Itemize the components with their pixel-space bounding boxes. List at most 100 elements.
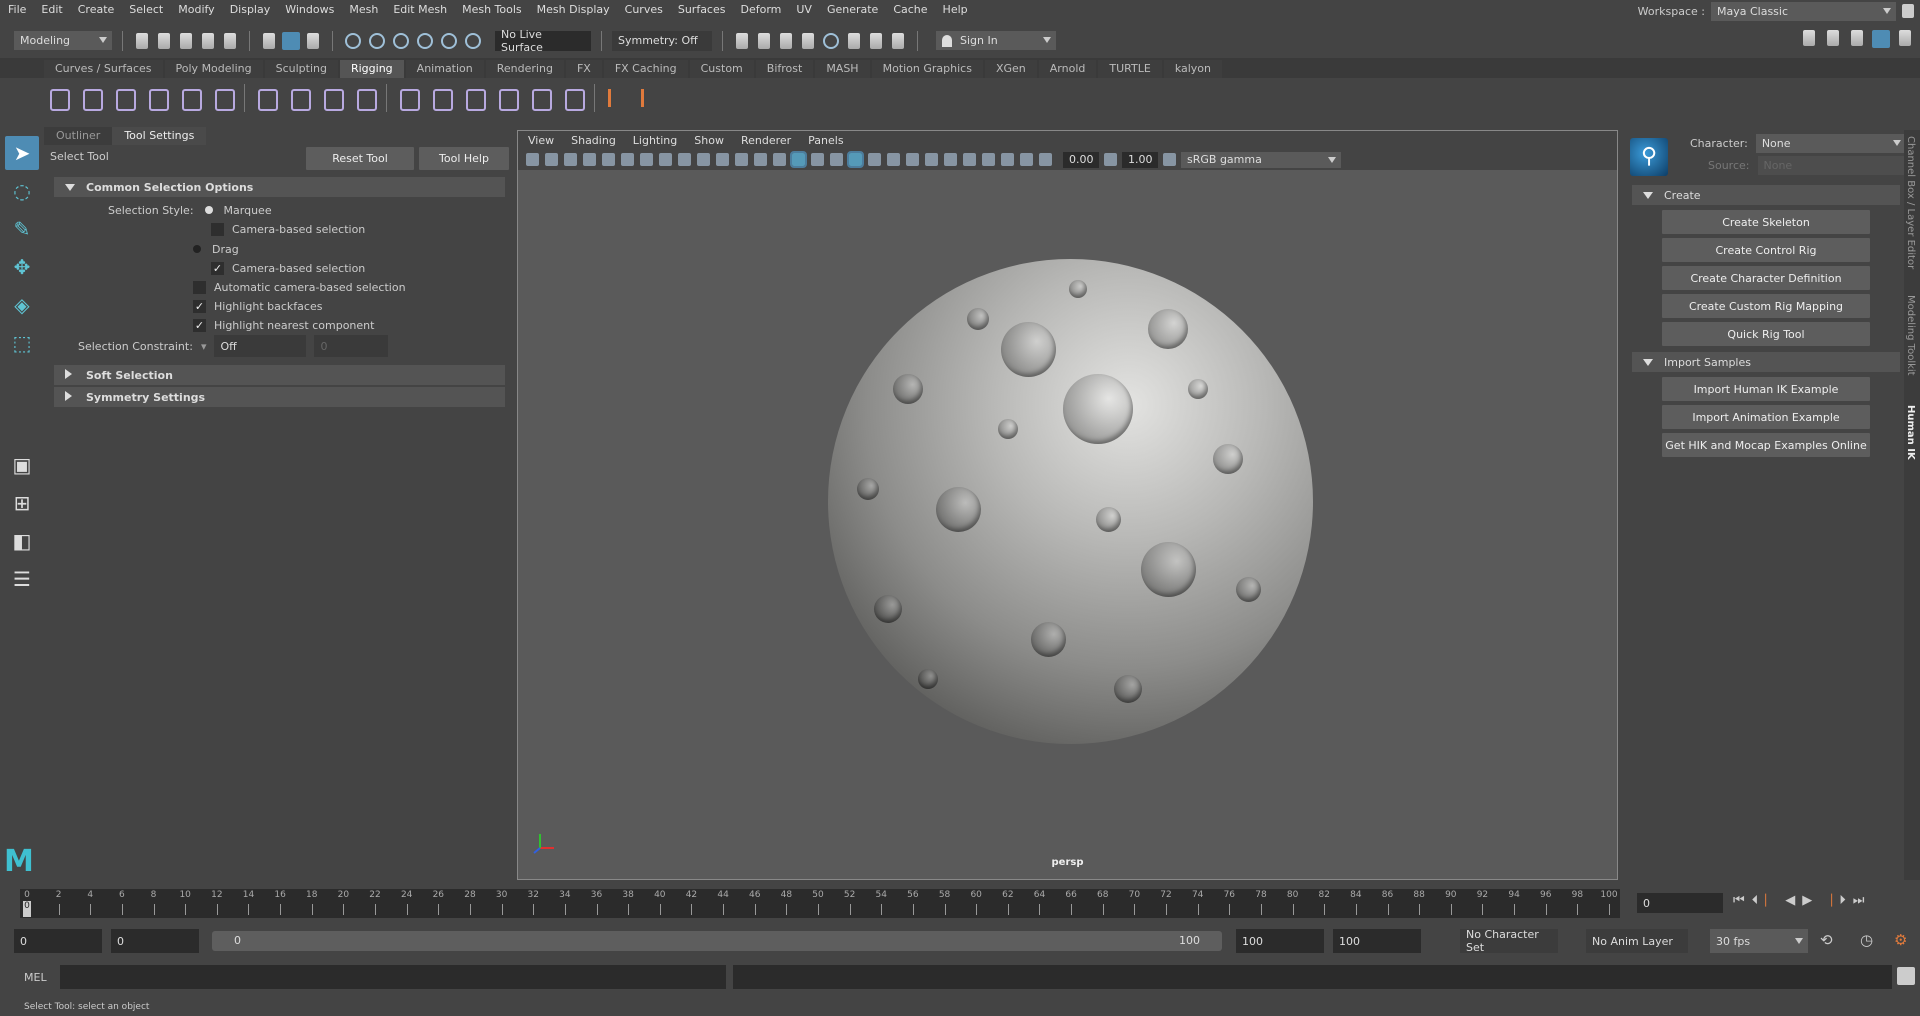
create-character-definition-button[interactable]: Create Character Definition — [1662, 266, 1870, 290]
gamma-field[interactable]: 1.00 — [1122, 151, 1158, 168]
viewport-menu-lighting[interactable]: Lighting — [633, 134, 677, 147]
attribute-editor-icon[interactable] — [1851, 30, 1863, 46]
lasso-tool-icon[interactable]: ◌ — [5, 174, 39, 208]
hik-menu-icon[interactable]: ⚲ — [1630, 138, 1668, 176]
redo-icon[interactable] — [224, 32, 236, 49]
anim-start-field[interactable]: 0 — [111, 929, 199, 953]
step-forward-key-icon[interactable]: ⎹ — [1819, 893, 1832, 908]
joint-tool-icon[interactable] — [46, 85, 70, 111]
import-human-ik-example-button[interactable]: Import Human IK Example — [1662, 377, 1870, 401]
shelf-tab-bifrost[interactable]: Bifrost — [755, 60, 814, 78]
symmetry-dropdown[interactable]: Symmetry: Off — [612, 30, 712, 51]
resolution-gate-icon[interactable] — [678, 153, 691, 166]
create-section-header[interactable]: Create — [1632, 185, 1900, 205]
scale-tool-icon[interactable]: ⬚ — [5, 326, 39, 360]
viewport-menu-show[interactable]: Show — [694, 134, 724, 147]
orient-constraint-icon[interactable] — [462, 85, 486, 111]
ambient-occlusion-icon[interactable] — [906, 153, 919, 166]
get-hik-mocap-examples-button[interactable]: Get HIK and Mocap Examples Online — [1662, 433, 1870, 457]
tool-help-button[interactable]: Tool Help — [419, 147, 509, 170]
shelf-tab-poly-modeling[interactable]: Poly Modeling — [164, 60, 263, 78]
drag-camera-checkbox[interactable]: ✓ — [211, 261, 224, 275]
current-time-indicator[interactable]: 0 — [23, 901, 31, 917]
ipr-render-icon[interactable] — [780, 32, 792, 49]
step-back-key-icon[interactable]: ⎸ — [1765, 893, 1778, 908]
scene-start-field[interactable]: 0 — [14, 929, 102, 953]
four-view-layout-icon[interactable]: ⊞ — [5, 486, 39, 520]
menu-modify[interactable]: Modify — [178, 3, 214, 16]
menu-surfaces[interactable]: Surfaces — [678, 3, 726, 16]
auto-camera-checkbox[interactable] — [193, 280, 206, 294]
camera-attributes-icon[interactable] — [545, 153, 558, 166]
live-surface-field[interactable]: No Live Surface — [495, 28, 591, 54]
anim-layer-dropdown[interactable]: No Anim Layer — [1586, 929, 1688, 953]
bind-skin-icon[interactable] — [254, 85, 278, 111]
new-scene-icon[interactable] — [136, 32, 148, 49]
anim-end-field[interactable]: 100 — [1236, 929, 1324, 953]
create-control-rig-button[interactable]: Create Control Rig — [1662, 238, 1870, 262]
menu-help[interactable]: Help — [943, 3, 968, 16]
render-view-icon[interactable] — [848, 32, 860, 49]
menu-mesh-tools[interactable]: Mesh Tools — [462, 3, 522, 16]
film-gate-icon[interactable] — [659, 153, 672, 166]
select-components-icon[interactable] — [307, 32, 319, 49]
selection-constraint-dropdown[interactable]: Off — [214, 335, 307, 357]
tab-tool-settings[interactable]: Tool Settings — [112, 127, 207, 145]
pause-icon[interactable] — [892, 32, 904, 49]
outliner-layout-icon[interactable]: ☰ — [5, 562, 39, 596]
go-to-end-icon[interactable]: ⏭ — [1853, 893, 1865, 908]
ik-handle-icon[interactable] — [79, 85, 103, 111]
parent-constraint-icon[interactable] — [396, 85, 420, 111]
xray-active-icon[interactable] — [982, 153, 995, 166]
create-custom-rig-mapping-button[interactable]: Create Custom Rig Mapping — [1662, 294, 1870, 318]
xray-joints-icon[interactable] — [1001, 153, 1014, 166]
image-plane-icon[interactable] — [583, 153, 596, 166]
menu-uv[interactable]: UV — [796, 3, 812, 16]
single-perspective-layout-icon[interactable]: ▣ — [5, 448, 39, 482]
character-dropdown[interactable]: None — [1755, 133, 1906, 153]
motion-blur-icon[interactable] — [925, 153, 938, 166]
pole-vector-icon[interactable] — [561, 85, 585, 111]
colorspace-dropdown[interactable]: sRGB gamma — [1181, 151, 1341, 168]
cluster-icon[interactable] — [353, 85, 377, 111]
character-set-dropdown[interactable]: No Character Set — [1460, 928, 1558, 954]
add-influence-icon[interactable] — [604, 85, 628, 111]
shelf-tab-fx-caching[interactable]: FX Caching — [603, 60, 688, 78]
human-ik-icon[interactable] — [1827, 30, 1839, 46]
play-backward-icon[interactable]: ◀ — [1785, 893, 1795, 908]
marquee-camera-checkbox[interactable] — [211, 222, 224, 236]
use-all-lights-icon[interactable] — [868, 153, 881, 166]
scene-end-field[interactable]: 100 — [1333, 929, 1421, 953]
viewport-menu-shading[interactable]: Shading — [571, 134, 616, 147]
snap-grid-icon[interactable] — [345, 32, 361, 49]
import-animation-example-button[interactable]: Import Animation Example — [1662, 405, 1870, 429]
hypershade-icon[interactable] — [823, 32, 839, 49]
shelf-tab-arnold[interactable]: Arnold — [1038, 60, 1097, 78]
workspace-dropdown[interactable]: Maya Classic — [1711, 1, 1896, 21]
field-chart-icon[interactable] — [716, 153, 729, 166]
menu-generate[interactable]: Generate — [827, 3, 878, 16]
moon-sphere-mesh[interactable] — [828, 259, 1313, 744]
menu-curves[interactable]: Curves — [625, 3, 663, 16]
anim-prefs-icon[interactable]: ⚙ — [1894, 931, 1907, 949]
highlight-backfaces-checkbox[interactable]: ✓ — [193, 299, 206, 313]
isolate-select-icon[interactable] — [963, 153, 976, 166]
viewport-menu-renderer[interactable]: Renderer — [741, 134, 791, 147]
menu-windows[interactable]: Windows — [285, 3, 334, 16]
select-hierarchy-icon[interactable] — [263, 32, 275, 49]
move-tool-icon[interactable]: ✥ — [5, 250, 39, 284]
smooth-shade-icon[interactable] — [790, 151, 807, 168]
snap-curve-icon[interactable] — [369, 32, 385, 49]
menu-deform[interactable]: Deform — [740, 3, 781, 16]
menuset-dropdown[interactable]: Modeling — [14, 31, 112, 50]
menu-edit[interactable]: Edit — [41, 3, 62, 16]
step-back-icon[interactable]: ⏴ — [1752, 893, 1759, 908]
default-material-icon[interactable] — [811, 153, 824, 166]
time-slider[interactable]: 0 2 4 6 8 10 12 14 16 18 20 22 24 26 28 30 32 34 36 38 40 42 4… — [20, 889, 1620, 918]
common-selection-options-header[interactable]: Common Selection Options — [54, 177, 505, 197]
shelf-tab-turtle[interactable]: TURTLE — [1098, 60, 1162, 78]
select-objects-icon[interactable] — [282, 31, 300, 50]
select-camera-icon[interactable] — [526, 153, 539, 166]
shelf-tab-mash[interactable]: MASH — [815, 60, 870, 78]
shelf-tab-animation[interactable]: Animation — [405, 60, 484, 78]
